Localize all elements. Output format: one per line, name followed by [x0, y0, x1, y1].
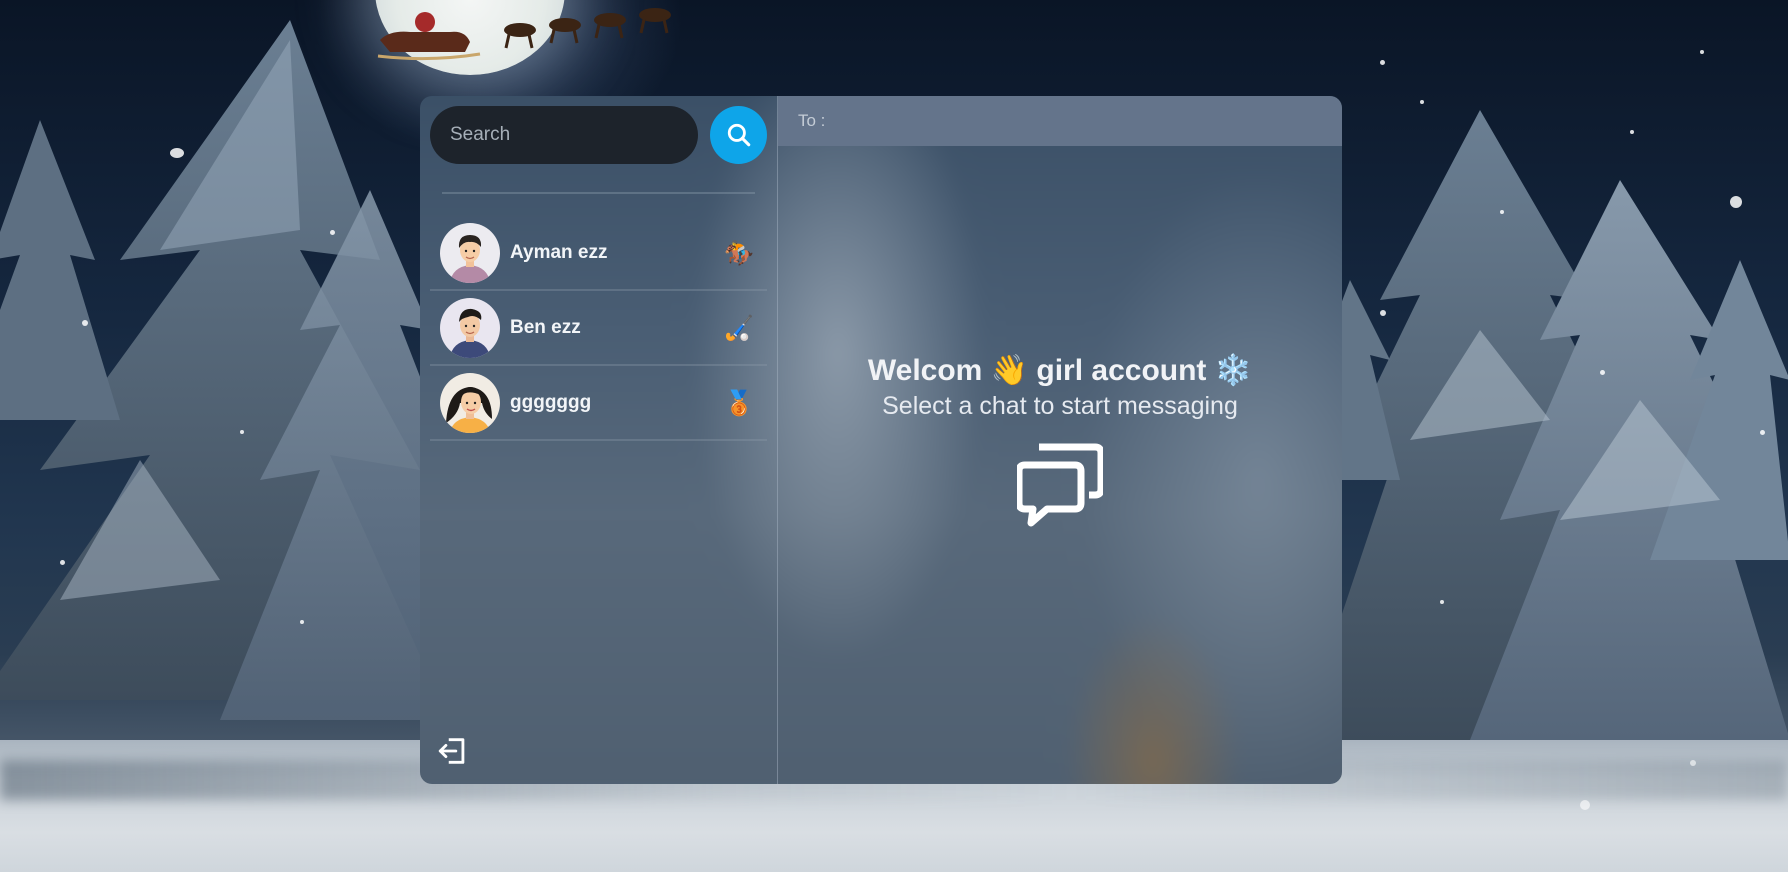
avatar [440, 222, 500, 283]
chat-bubbles-icon [1017, 443, 1103, 527]
search-bar [430, 106, 767, 164]
sidebar: Ayman ezz 🏇 Ben ezz 🏑 [420, 96, 778, 784]
conversation-emoji: 🏇 [724, 238, 754, 267]
avatar [440, 297, 500, 358]
search-input[interactable] [430, 106, 698, 164]
conversation-item-ayman-ezz[interactable]: Ayman ezz 🏇 [430, 216, 767, 291]
conversation-name: ggggggg [510, 391, 592, 413]
chat-window: Ayman ezz 🏇 Ben ezz 🏑 [420, 96, 1342, 784]
conversation-item-ggggggg[interactable]: ggggggg 🥉 [430, 366, 767, 441]
conversation-name: Ben ezz [510, 316, 581, 338]
welcome-subtitle: Select a chat to start messaging [882, 392, 1238, 420]
conversation-list: Ayman ezz 🏇 Ben ezz 🏑 ggggggg 🥉 [430, 216, 767, 441]
logout-icon [438, 738, 465, 764]
wave-emoji: 👋 [990, 354, 1029, 387]
conversation-emoji: 🏑 [724, 313, 754, 342]
welcome-panel: Welcom 👋 girl account ❄️ Select a chat t… [778, 96, 1342, 784]
conversation-name: Ayman ezz [510, 241, 608, 263]
message-pane: To : Welcom 👋 girl account ❄️ Select a c… [778, 96, 1342, 784]
welcome-account-name: girl account [1036, 354, 1207, 387]
conversation-emoji: 🥉 [724, 388, 754, 417]
sidebar-divider [442, 192, 755, 194]
avatar [440, 372, 500, 433]
search-button[interactable] [710, 106, 767, 164]
search-icon [727, 123, 750, 147]
snowflake-emoji: ❄️ [1214, 354, 1253, 387]
welcome-title: Welcom 👋 girl account ❄️ [868, 353, 1252, 388]
welcome-greeting: Welcom [867, 354, 983, 387]
conversation-item-ben-ezz[interactable]: Ben ezz 🏑 [430, 291, 767, 366]
logout-button[interactable] [434, 732, 472, 770]
